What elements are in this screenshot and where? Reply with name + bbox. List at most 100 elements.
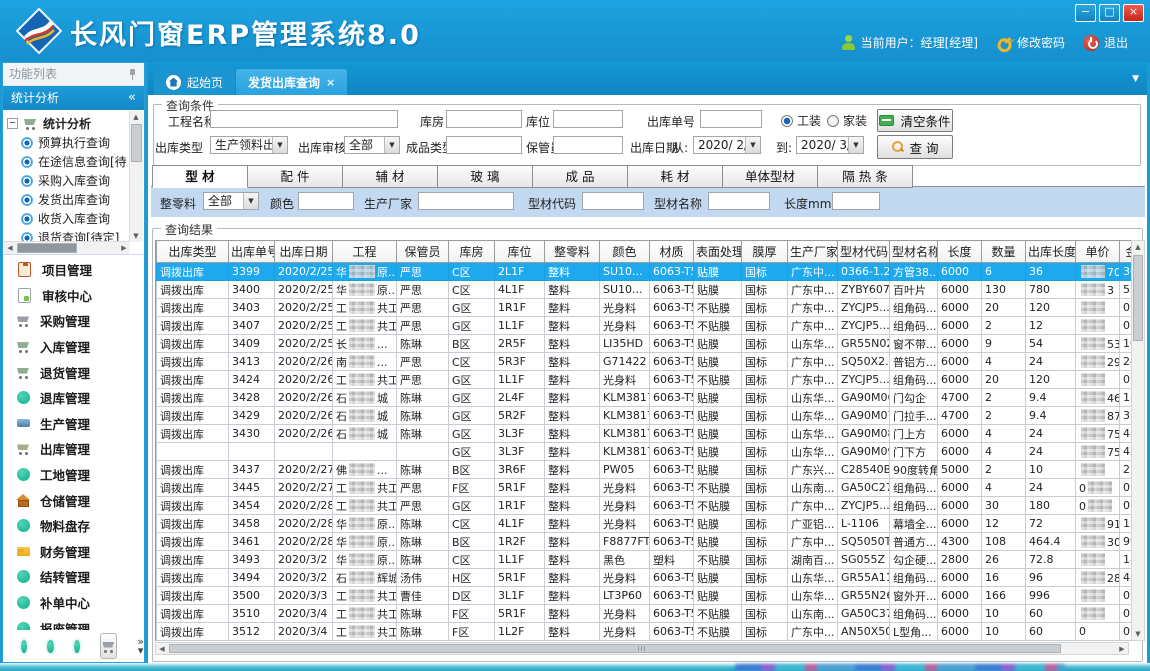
- tree-item-收货入库查询[interactable]: 收货入库查询: [7, 209, 130, 228]
- sidebar-item-财务管理[interactable]: 财务管理: [4, 539, 143, 565]
- tree-item-退货查询[待定][interactable]: 退货查询[待定]: [7, 228, 130, 242]
- table-row[interactable]: 调拨出库35102020/3/4工共工程陈琳F区5R1F整料光身料6063-T5…: [157, 605, 1134, 623]
- material-tab-0[interactable]: 型 材: [152, 165, 248, 188]
- table-row[interactable]: 调拨出库34582020/2/28华原...陈琳C区4L1F整料光身料6063-…: [157, 515, 1134, 533]
- col-header-7[interactable]: 整零料: [545, 241, 600, 263]
- table-row[interactable]: 调拨出库34942020/3/2石辉城汤伟H区5R1F整料光身料6063-T5贴…: [157, 569, 1134, 587]
- tree-item-发货出库查询[interactable]: 发货出库查询: [7, 190, 130, 209]
- sidebar-item-报废管理[interactable]: 报废管理: [4, 615, 143, 630]
- menu-dot-icon[interactable]: [74, 640, 80, 653]
- table-row[interactable]: 调拨出库33992020/2/25华原...严思C区2L1F整料SU10...6…: [157, 263, 1134, 281]
- sidebar-item-退库管理[interactable]: 退库管理: [4, 385, 143, 411]
- whole-piece-select[interactable]: 全部▼: [203, 192, 259, 210]
- col-header-14[interactable]: 型材名称: [890, 241, 938, 263]
- date-to-select[interactable]: 2020/ 3/16▼: [796, 136, 864, 154]
- tree-item-采购入库查询[interactable]: 采购入库查询: [7, 171, 130, 190]
- more-menus-button[interactable]: »▾: [137, 637, 144, 655]
- table-row[interactable]: 调拨出库34002020/2/25华原...严思C区4L1F整料SU10...6…: [157, 281, 1134, 299]
- sidebar-item-补单中心[interactable]: 补单中心: [4, 590, 143, 616]
- close-button[interactable]: ×: [1123, 4, 1144, 22]
- material-tab-7[interactable]: 隔 热 条: [818, 165, 913, 188]
- col-header-2[interactable]: 出库日期: [275, 241, 333, 263]
- table-row[interactable]: 调拨出库34032020/2/25工共工程严思G区1R1F整料光身料6063-T…: [157, 299, 1134, 317]
- product-type-input[interactable]: [446, 136, 522, 154]
- table-row[interactable]: 调拨出库34302020/2/26石城陈琳G区3L3F整料KLM38176063…: [157, 425, 1134, 443]
- tab-overflow-icon[interactable]: ▼: [1132, 74, 1139, 84]
- search-button[interactable]: 查 询: [877, 135, 953, 159]
- project-name-input[interactable]: [210, 110, 398, 128]
- col-header-11[interactable]: 膜厚: [742, 241, 788, 263]
- order-no-input[interactable]: [700, 110, 762, 128]
- keeper-input[interactable]: [553, 136, 623, 154]
- sidebar-item-出库管理[interactable]: 出库管理: [4, 436, 143, 462]
- manufacturer-input[interactable]: [418, 192, 514, 210]
- grid-vertical-scrollbar[interactable]: ▲ ▼: [1131, 240, 1145, 641]
- profile-code-input[interactable]: [582, 192, 644, 210]
- date-from-select[interactable]: 2020/ 2/16▼: [693, 136, 761, 154]
- col-header-9[interactable]: 材质: [650, 241, 694, 263]
- menu-dot-icon[interactable]: [21, 640, 27, 653]
- col-header-0[interactable]: 出库类型: [157, 241, 229, 263]
- logout-button[interactable]: 退出: [1083, 34, 1128, 51]
- tree-collapse-icon[interactable]: −: [7, 118, 18, 129]
- table-row[interactable]: 调拨出库34542020/2/28工共工程严思G区1R1F整料光身料6063-T…: [157, 497, 1134, 515]
- material-tab-5[interactable]: 耗 材: [628, 165, 723, 188]
- table-row[interactable]: 调拨出库34282020/2/26石城陈琳G区2L4F整料KLM38176063…: [157, 389, 1134, 407]
- col-header-3[interactable]: 工程: [333, 241, 397, 263]
- radio-gongzhuang[interactable]: 工装: [781, 112, 821, 129]
- section-header-statistics[interactable]: 统计分析 «: [3, 86, 144, 110]
- col-header-10[interactable]: 表面处理: [694, 241, 742, 263]
- sidebar-item-采购管理[interactable]: 采购管理: [4, 308, 143, 334]
- outbound-type-select[interactable]: 生产领料出库▼: [210, 136, 288, 154]
- table-row[interactable]: 调拨出库35002020/3/3工共工程曹佳D区3L1F整料LT3P606063…: [157, 587, 1134, 605]
- maximize-button[interactable]: □: [1099, 4, 1120, 22]
- sidebar-item-入库管理[interactable]: 入库管理: [4, 334, 143, 360]
- length-input[interactable]: [832, 192, 880, 210]
- sidebar-item-仓储管理[interactable]: 仓储管理: [4, 487, 143, 513]
- col-header-1[interactable]: 出库单号: [229, 241, 275, 263]
- tab-close-icon[interactable]: ×: [326, 76, 335, 89]
- tree-item-预算执行查询[interactable]: 预算执行查询: [7, 133, 130, 152]
- table-row[interactable]: 调拨出库34612020/2/28华原...陈琳B区1R2F整料F8877FT6…: [157, 533, 1134, 551]
- clear-conditions-button[interactable]: 清空条件: [877, 109, 953, 132]
- sidebar-item-工地管理[interactable]: 工地管理: [4, 462, 143, 488]
- col-header-15[interactable]: 长度: [938, 241, 982, 263]
- tree-root-statistics[interactable]: −统计分析: [7, 114, 130, 133]
- sidebar-item-生产管理[interactable]: 生产管理: [4, 411, 143, 437]
- table-row[interactable]: 调拨出库34452020/2/27工共工程严思F区5R1F整料光身料6063-T…: [157, 479, 1134, 497]
- col-header-8[interactable]: 颜色: [600, 241, 650, 263]
- minimize-button[interactable]: −: [1075, 4, 1096, 22]
- grid-horizontal-scrollbar[interactable]: ◀ ΙΙΙ ▶: [155, 642, 1129, 655]
- menu-dot-icon[interactable]: [47, 640, 53, 653]
- sidebar-item-项目管理[interactable]: 项目管理: [4, 257, 143, 283]
- table-row[interactable]: 调拨出库34092020/2/25长...陈琳B区2R5F整料LI35HD606…: [157, 335, 1134, 353]
- table-row[interactable]: G区3L3F整料KLM38176063-T5贴膜国标山东华...GA90M09.…: [157, 443, 1134, 461]
- table-row[interactable]: 调拨出库34372020/2/27佛...陈琳B区3R6F整料PW056063-…: [157, 461, 1134, 479]
- radio-jiazhuang[interactable]: 家装: [827, 112, 867, 129]
- col-header-13[interactable]: 型材代码: [838, 241, 890, 263]
- sidebar-item-结转管理[interactable]: 结转管理: [4, 564, 143, 590]
- col-header-17[interactable]: 出库长度: [1026, 241, 1076, 263]
- audit-select[interactable]: 全部▼: [344, 136, 400, 154]
- table-row[interactable]: 调拨出库34072020/2/25工共工程严思G区1L1F整料光身料6063-T…: [157, 317, 1134, 335]
- col-header-5[interactable]: 库房: [449, 241, 495, 263]
- col-header-16[interactable]: 数量: [982, 241, 1026, 263]
- color-input[interactable]: [298, 192, 354, 210]
- table-row[interactable]: 调拨出库35122020/3/4工共工程陈琳F区1L2F整料光身料6063-T5…: [157, 623, 1134, 641]
- material-tab-6[interactable]: 单体型材: [723, 165, 818, 188]
- profile-name-input[interactable]: [708, 192, 770, 210]
- table-row[interactable]: 调拨出库34242020/2/26工共工程严思G区1L1F整料光身料6063-T…: [157, 371, 1134, 389]
- table-row[interactable]: 调拨出库34132020/2/26南...严思C区5R3F整料G71422606…: [157, 353, 1134, 371]
- sidebar-item-物料盘存[interactable]: 物料盘存: [4, 513, 143, 539]
- col-header-6[interactable]: 库位: [495, 241, 545, 263]
- material-tab-4[interactable]: 成 品: [533, 165, 628, 188]
- col-header-18[interactable]: 单价: [1076, 241, 1120, 263]
- table-row[interactable]: 调拨出库34932020/3/2华原...陈琳C区1L1F整料黑色塑料不贴膜国标…: [157, 551, 1134, 569]
- cart-shortcut-button[interactable]: [100, 633, 117, 659]
- material-tab-1[interactable]: 配 件: [248, 165, 343, 188]
- sidebar-item-审核中心[interactable]: 审核中心: [4, 283, 143, 309]
- material-tab-2[interactable]: 辅 材: [343, 165, 438, 188]
- tree-vertical-scrollbar[interactable]: ▲ ▼: [129, 111, 143, 242]
- tab-home[interactable]: 起始页: [154, 69, 235, 95]
- sidebar-item-退货管理[interactable]: 退货管理: [4, 359, 143, 385]
